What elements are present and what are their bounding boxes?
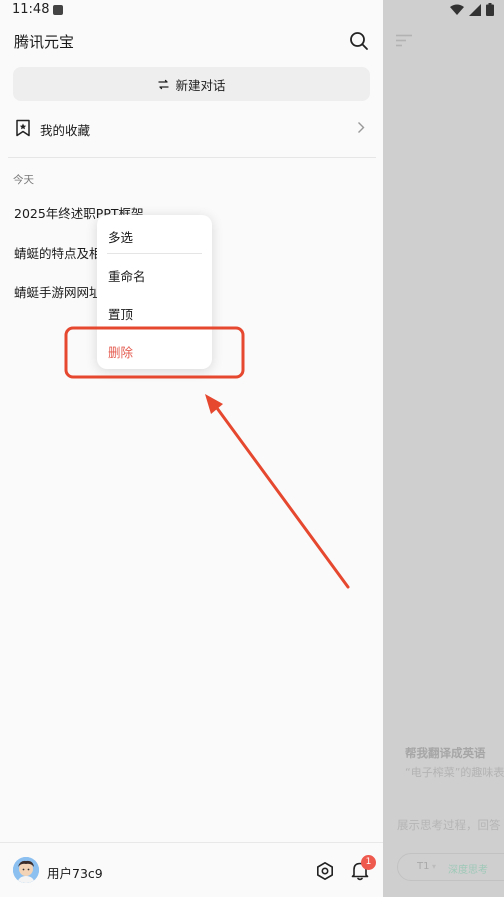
dropdown-caret-icon: ▾ [432,862,437,871]
context-menu: 多选 重命名 置顶 删除 [97,215,212,369]
status-time: 11:48 [12,2,50,17]
avatar[interactable] [13,857,39,883]
favorites-label: 我的收藏 [40,123,91,138]
notification-badge: 1 [361,855,376,870]
menu-item-pin[interactable]: 置顶 [108,304,133,323]
settings-icon [317,862,333,880]
model-label: T1 [417,861,430,872]
battery-icon [486,3,494,16]
divider [8,157,376,158]
suggestion-subtitle: “电子榨菜”的趣味表 [405,766,504,779]
input-placeholder: 展示思考过程，回答 [397,818,501,832]
wifi-icon [450,4,464,15]
signal-icon [469,3,481,16]
menu-separator [107,253,202,254]
history-drawer: 腾讯元宝 新建对话 我的收藏 今天 2025年终述职PPT框架 蜻蜓的特点及相 … [0,0,383,897]
new-chat-button[interactable]: 新建对话 [13,67,370,101]
bookmark-icon [16,119,30,137]
menu-item-delete[interactable]: 删除 [108,342,133,361]
menu-lines-icon [396,34,412,47]
suggestion-title: 帮我翻译成英语 [405,746,486,760]
settings-button[interactable] [315,861,335,885]
new-chat-icon [158,79,170,89]
bottom-bar: 用户73c9 1 [0,842,383,897]
avatar-image [13,857,39,883]
menu-item-rename[interactable]: 重命名 [108,266,146,285]
model-selector: T1 ▾ 深度思考 [397,853,504,881]
search-button[interactable] [348,30,370,52]
app-title: 腾讯元宝 [14,33,75,51]
new-chat-label: 新建对话 [175,77,226,93]
username[interactable]: 用户73c9 [47,863,103,882]
search-icon [350,32,368,50]
background-chat-overlay[interactable]: 帮我翻译成英语 “电子榨菜”的趣味表 展示思考过程，回答 T1 ▾ 深度思考 [383,0,504,897]
history-item[interactable]: 蜻蜓手游网网址 [14,282,102,301]
chevron-right-icon [358,122,365,133]
status-icons [450,3,494,16]
notification-app-icon [53,5,63,15]
deep-think-label: 深度思考 [448,865,488,876]
history-item[interactable]: 蜻蜓的特点及相 [14,243,102,262]
status-bar: 11:48 [0,0,504,22]
menu-item-multiselect[interactable]: 多选 [108,227,133,246]
section-label-today: 今天 [13,174,34,186]
my-favorites-item[interactable]: 我的收藏 [0,112,383,144]
